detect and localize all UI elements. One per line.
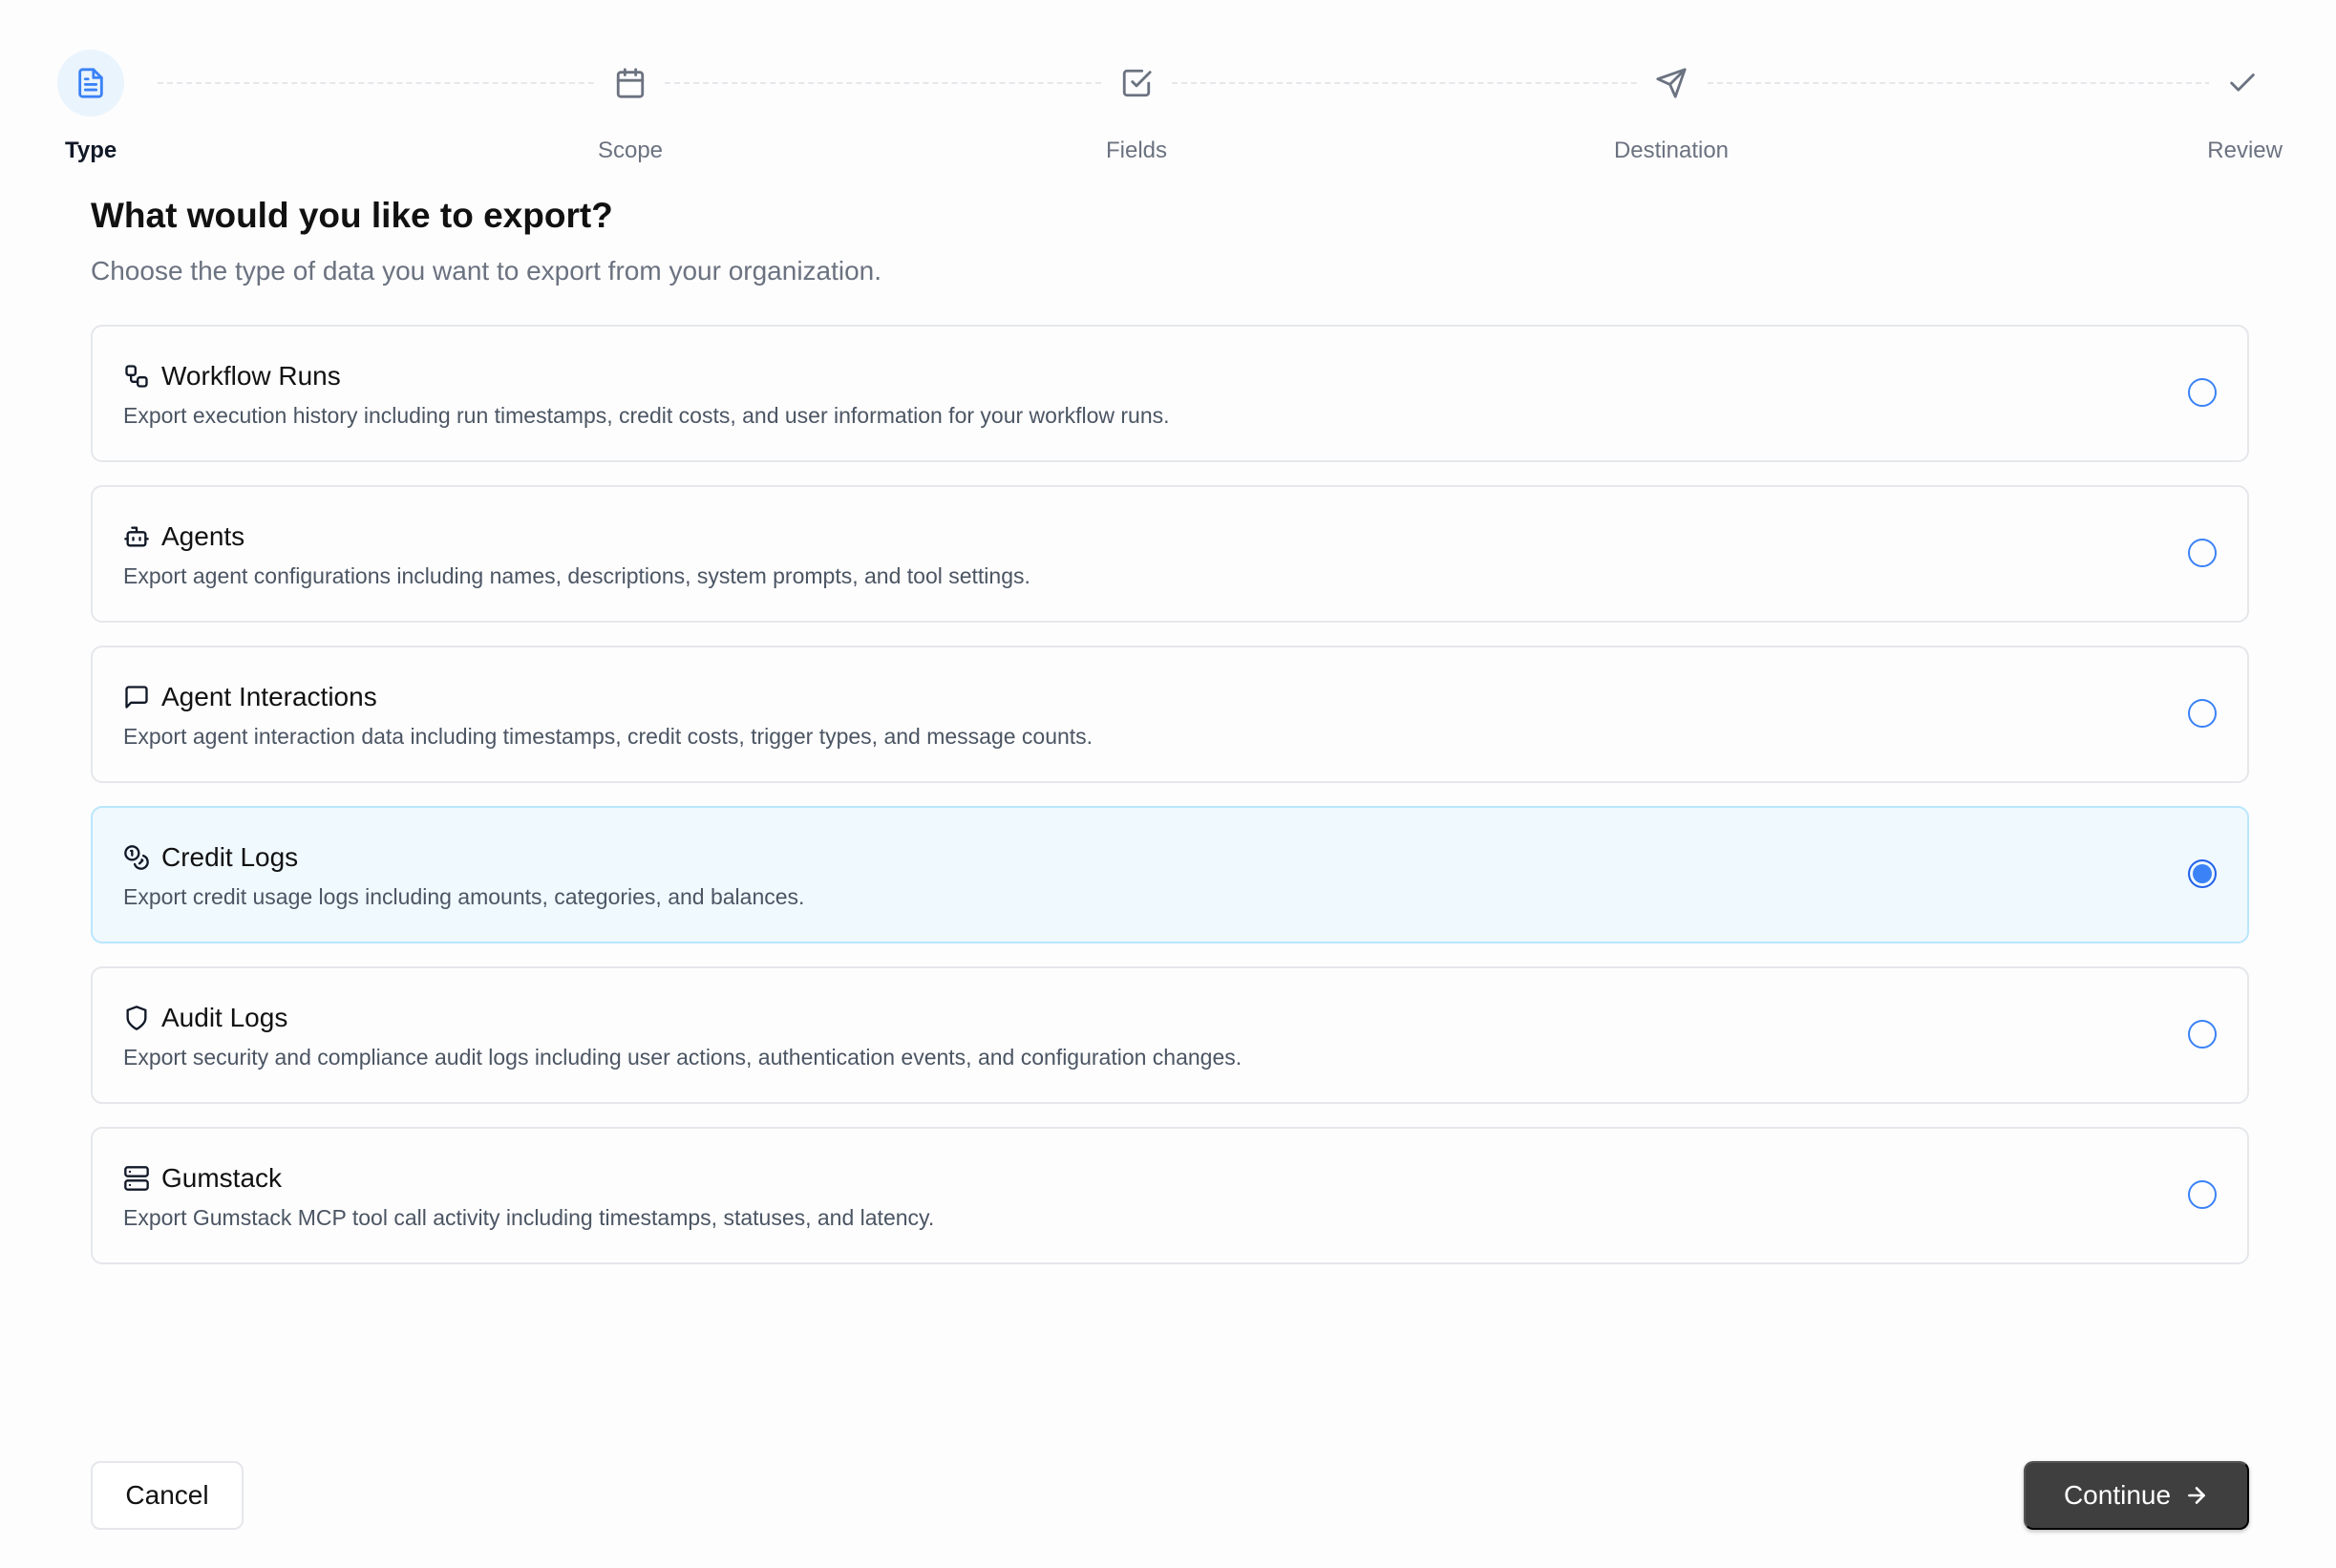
option-description: Export Gumstack MCP tool call activity i… [123,1205,935,1230]
option-title: Gumstack [161,1163,283,1193]
step-review-circle [2209,50,2276,117]
option-radio[interactable] [2188,1180,2217,1209]
option-title: Workflow Runs [161,361,341,391]
option-description: Export credit usage logs including amoun… [123,884,805,909]
step-scope-circle [597,50,664,117]
step-label: Type [65,138,117,163]
step-review[interactable]: Review [2053,50,2283,164]
option-description: Export security and compliance audit log… [123,1045,1242,1070]
step-label: Scope [597,138,664,163]
shield-icon [123,1005,150,1031]
send-icon [1656,68,1687,98]
message-square-icon [123,684,150,710]
continue-button[interactable]: Continue [2024,1461,2249,1530]
option-title: Agent Interactions [161,682,377,711]
option-description: Export execution history including run t… [123,403,1170,428]
continue-button-label: Continue [2063,1480,2172,1510]
calendar-icon [616,68,645,98]
server-icon [123,1165,150,1192]
option-agents[interactable]: Agents Export agent configurations inclu… [91,485,2249,623]
step-label: Fields [1105,138,1168,163]
step-destination[interactable]: Destination [1557,50,1786,164]
check-icon [2230,74,2255,92]
step-scope[interactable]: Scope [516,50,745,164]
option-workflow-runs[interactable]: Workflow Runs Export execution history i… [91,325,2249,462]
step-label: Destination [1613,138,1730,163]
step-fields-circle [1103,50,1170,117]
option-header: Workflow Runs [123,361,341,392]
page-title: What would you like to export? [91,196,613,235]
cancel-button-label: Cancel [125,1480,209,1510]
step-type[interactable]: Type [57,50,287,164]
bot-icon [123,523,150,550]
option-description: Export agent configurations including na… [123,563,1030,588]
option-header: Audit Logs [123,1003,287,1033]
option-radio[interactable] [2188,699,2217,728]
export-wizard: Type Scope Fields Destination Review Wha… [57,0,2283,1568]
option-title: Agents [161,521,245,551]
option-header: Credit Logs [123,842,298,873]
option-description: Export agent interaction data including … [123,724,1094,749]
option-gumstack[interactable]: Gumstack Export Gumstack MCP tool call a… [91,1127,2249,1264]
step-type-circle [57,50,124,117]
stepper: Type Scope Fields Destination Review [57,50,2283,164]
workflow-icon [123,363,150,390]
step-destination-circle [1638,50,1705,117]
option-audit-logs[interactable]: Audit Logs Export security and complianc… [91,966,2249,1104]
option-radio-checked[interactable] [2188,859,2217,888]
option-header: Agents [123,521,244,552]
cancel-button[interactable]: Cancel [91,1461,244,1530]
export-type-options: Workflow Runs Export execution history i… [91,325,2249,1287]
option-title: Credit Logs [161,842,299,872]
option-header: Agent Interactions [123,682,377,712]
option-title: Audit Logs [161,1003,288,1032]
step-label: Review [2207,138,2283,163]
option-header: Gumstack [123,1163,282,1194]
option-radio[interactable] [2188,1020,2217,1049]
option-credit-logs[interactable]: Credit Logs Export credit usage logs inc… [91,806,2249,943]
file-text-icon [78,68,103,98]
option-radio[interactable] [2188,378,2217,407]
coins-icon [123,844,150,871]
option-agent-interactions[interactable]: Agent Interactions Export agent interact… [91,646,2249,783]
option-radio[interactable] [2188,539,2217,567]
page-subtitle: Choose the type of data you want to expo… [91,256,882,286]
arrow-right-icon [2188,1487,2205,1504]
checkbox-icon [1122,69,1152,97]
step-fields[interactable]: Fields [1022,50,1251,164]
